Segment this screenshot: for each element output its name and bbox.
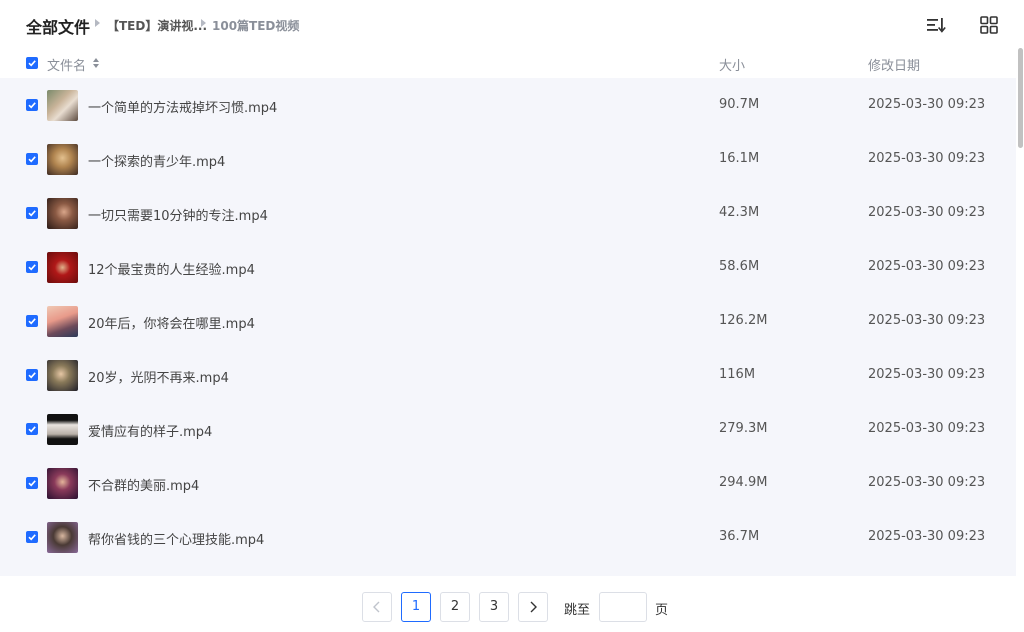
prev-page-button[interactable]: [362, 592, 392, 622]
row-checkbox[interactable]: [26, 531, 38, 543]
file-row[interactable]: 爱情应有的样子.mp4 279.3M 2025-03-30 09:23: [0, 402, 1016, 456]
video-thumbnail: [47, 252, 78, 283]
row-checkbox[interactable]: [26, 477, 38, 489]
file-date: 2025-03-30 09:23: [868, 529, 986, 544]
file-row[interactable]: 20年后，你将会在哪里.mp4 126.2M 2025-03-30 09:23: [0, 294, 1016, 348]
file-name[interactable]: 爱情应有的样子.mp4: [88, 421, 212, 440]
video-thumbnail: [47, 414, 78, 445]
file-size: 126.2M: [719, 313, 768, 328]
chevron-right-icon: [530, 601, 537, 613]
video-thumbnail: [47, 144, 78, 175]
file-row[interactable]: 一个简单的方法戒掉坏习惯.mp4 90.7M 2025-03-30 09:23: [0, 78, 1016, 132]
table-header: 文件名 大小 修改日期: [0, 48, 1016, 78]
file-row[interactable]: 12个最宝贵的人生经验.mp4 58.6M 2025-03-30 09:23: [0, 240, 1016, 294]
sort-list-icon[interactable]: [925, 14, 947, 36]
video-thumbnail: [47, 198, 78, 229]
breadcrumb-separator-icon: [95, 19, 100, 27]
file-date: 2025-03-30 09:23: [868, 421, 986, 436]
file-date: 2025-03-30 09:23: [868, 259, 986, 274]
file-row[interactable]: 一切只需要10分钟的专注.mp4 42.3M 2025-03-30 09:23: [0, 186, 1016, 240]
file-name[interactable]: 一切只需要10分钟的专注.mp4: [88, 205, 268, 224]
file-size: 16.1M: [719, 151, 760, 166]
file-row[interactable]: 20岁，光阴不再来.mp4 116M 2025-03-30 09:23: [0, 348, 1016, 402]
breadcrumb-separator-icon: [201, 19, 206, 27]
file-size: 294.9M: [719, 475, 768, 490]
chevron-left-icon: [373, 601, 380, 613]
file-date: 2025-03-30 09:23: [868, 367, 986, 382]
video-thumbnail: [47, 90, 78, 121]
column-header-date[interactable]: 修改日期: [868, 55, 920, 74]
row-checkbox[interactable]: [26, 315, 38, 327]
file-size: 90.7M: [719, 97, 760, 112]
next-page-button[interactable]: [518, 592, 548, 622]
file-name[interactable]: 12个最宝贵的人生经验.mp4: [88, 259, 255, 278]
file-size: 36.7M: [719, 529, 760, 544]
page-button-3[interactable]: 3: [479, 592, 509, 622]
column-header-size[interactable]: 大小: [719, 55, 745, 74]
file-name[interactable]: 20岁，光阴不再来.mp4: [88, 367, 229, 386]
row-checkbox[interactable]: [26, 207, 38, 219]
video-thumbnail: [47, 522, 78, 553]
file-row[interactable]: 不合群的美丽.mp4 294.9M 2025-03-30 09:23: [0, 456, 1016, 510]
file-name[interactable]: 一个探索的青少年.mp4: [88, 151, 225, 170]
sort-toggle-icon[interactable]: [92, 57, 100, 69]
file-list: 一个简单的方法戒掉坏习惯.mp4 90.7M 2025-03-30 09:23 …: [0, 78, 1016, 576]
file-name[interactable]: 帮你省钱的三个心理技能.mp4: [88, 529, 264, 548]
grid-view-icon[interactable]: [978, 14, 1000, 36]
row-checkbox[interactable]: [26, 153, 38, 165]
file-date: 2025-03-30 09:23: [868, 205, 986, 220]
file-name[interactable]: 20年后，你将会在哪里.mp4: [88, 313, 255, 332]
breadcrumb-item-current: 100篇TED视频: [212, 19, 300, 33]
row-checkbox[interactable]: [26, 261, 38, 273]
file-row[interactable]: 帮你省钱的三个心理技能.mp4 36.7M 2025-03-30 09:23: [0, 510, 1016, 564]
page-button-1[interactable]: 1: [401, 592, 431, 622]
select-all-checkbox[interactable]: [26, 57, 38, 69]
scrollbar-thumb[interactable]: [1018, 48, 1023, 148]
file-date: 2025-03-30 09:23: [868, 97, 986, 112]
page-jump-input[interactable]: [599, 592, 647, 622]
video-thumbnail: [47, 306, 78, 337]
page-button-2[interactable]: 2: [440, 592, 470, 622]
file-size: 116M: [719, 367, 756, 382]
column-header-name[interactable]: 文件名: [47, 55, 86, 74]
file-date: 2025-03-30 09:23: [868, 151, 986, 166]
file-size: 42.3M: [719, 205, 760, 220]
breadcrumb-item-ted-folder[interactable]: 【TED】演讲视...: [107, 17, 207, 34]
top-bar: 全部文件 【TED】演讲视... 100篇TED视频: [0, 0, 1024, 48]
video-thumbnail: [47, 468, 78, 499]
row-checkbox[interactable]: [26, 423, 38, 435]
file-name[interactable]: 一个简单的方法戒掉坏习惯.mp4: [88, 97, 277, 116]
breadcrumb-root[interactable]: 全部文件: [26, 14, 90, 38]
video-thumbnail: [47, 360, 78, 391]
row-checkbox[interactable]: [26, 369, 38, 381]
file-date: 2025-03-30 09:23: [868, 475, 986, 490]
file-size: 279.3M: [719, 421, 768, 436]
jump-to-label: 跳至: [564, 603, 591, 618]
page-unit-label: 页: [655, 603, 669, 618]
file-date: 2025-03-30 09:23: [868, 313, 986, 328]
row-checkbox[interactable]: [26, 99, 38, 111]
pagination: 1 2 3 跳至 页: [0, 576, 1016, 631]
file-name[interactable]: 不合群的美丽.mp4: [88, 475, 199, 494]
file-row[interactable]: 一个探索的青少年.mp4 16.1M 2025-03-30 09:23: [0, 132, 1016, 186]
file-size: 58.6M: [719, 259, 760, 274]
